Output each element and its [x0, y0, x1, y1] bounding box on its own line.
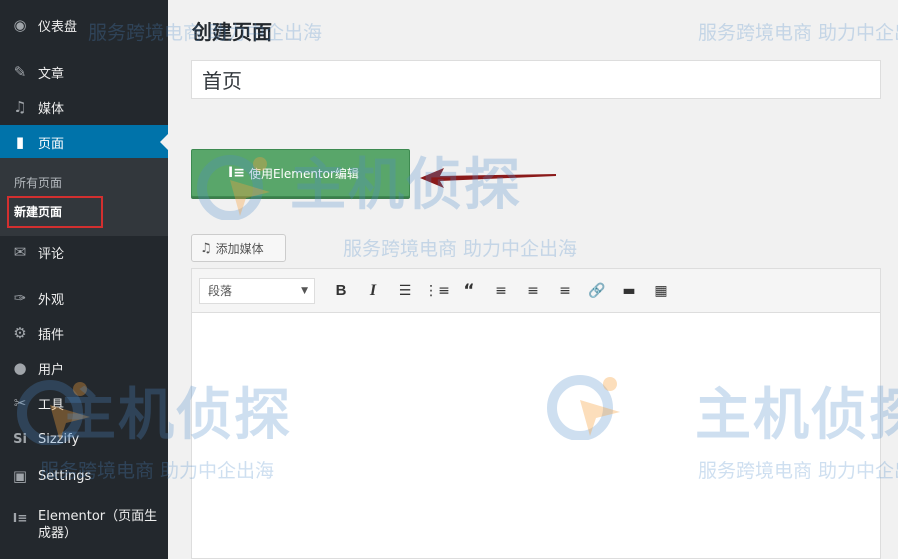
page-title: 创建页面: [192, 20, 272, 44]
align-right-button[interactable]: ≡: [554, 280, 576, 302]
bold-button[interactable]: B: [330, 280, 352, 302]
edit-with-elementor-button[interactable]: I≡ 使用Elementor编辑: [191, 149, 410, 197]
title-input[interactable]: [191, 60, 881, 99]
sidebar-item-label: 外观: [38, 292, 65, 308]
settings-icon: ▣: [12, 467, 28, 485]
italic-button[interactable]: I: [362, 280, 384, 302]
sidebar-item-elementor[interactable]: I≡ Elementor（页面生成器）: [0, 508, 168, 552]
sidebar-item-label: 工具: [38, 397, 65, 413]
new-page-highlight: [7, 196, 103, 228]
sidebar-item-plugins[interactable]: ⚙ 插件: [0, 316, 168, 350]
read-more-button[interactable]: ▬: [618, 280, 640, 302]
media-icon: ♫: [13, 98, 27, 116]
sidebar-item-label: 用户: [38, 362, 65, 378]
sidebar-item-settings[interactable]: ▣ Settings: [0, 459, 168, 493]
dashboard-icon: ◉: [13, 16, 27, 34]
sidebar-item-pages[interactable]: ▮ 页面: [0, 125, 168, 159]
sidebar-item-dashboard[interactable]: ◉ 仪表盘: [0, 8, 168, 42]
plugin-icon: ⚙: [13, 324, 27, 342]
bullet-list-button[interactable]: ☰: [394, 280, 416, 302]
sidebar-item-label: Elementor（页面生成器）: [38, 509, 158, 541]
sidebar-item-label: 文章: [38, 66, 65, 82]
sidebar-item-sizzify[interactable]: Si Sizzify: [0, 422, 168, 456]
toolbar-toggle-button[interactable]: ▦: [650, 280, 672, 302]
sidebar-item-label: 插件: [38, 327, 65, 343]
sidebar-item-label: Sizzify: [38, 431, 80, 447]
format-select-value: 段落: [208, 284, 233, 298]
tool-icon: ✂: [13, 394, 27, 412]
pin-icon: ✎: [13, 63, 27, 81]
main-content: 创建页面 I≡ 使用Elementor编辑 ♫ 添加媒体 段落 ▼ B I ☰ …: [168, 0, 898, 559]
media-icon: ♫: [200, 240, 212, 256]
elementor-button-label: 使用Elementor编辑: [248, 166, 359, 181]
sidebar-item-users[interactable]: ● 用户: [0, 351, 168, 385]
sidebar-item-comments[interactable]: ✉ 评论: [0, 235, 168, 269]
add-media-button[interactable]: ♫ 添加媒体: [191, 234, 286, 262]
elementor-icon: I≡: [12, 511, 28, 525]
numbered-list-button[interactable]: ⋮≡: [424, 280, 450, 302]
sidebar-item-label: 媒体: [38, 101, 65, 117]
submenu-all-pages[interactable]: 所有页面: [14, 174, 62, 191]
sizzify-icon: Si: [13, 431, 27, 447]
sidebar-item-label: 仪表盘: [38, 19, 78, 35]
sidebar-item-media[interactable]: ♫ 媒体: [0, 90, 168, 124]
arrow-annotation: [420, 168, 556, 188]
sidebar-item-tools[interactable]: ✂ 工具: [0, 386, 168, 420]
align-left-button[interactable]: ≡: [490, 280, 512, 302]
sidebar-item-label: Settings: [38, 468, 92, 484]
link-button[interactable]: 🔗: [586, 280, 608, 302]
appearance-icon: ✑: [13, 289, 27, 307]
sidebar-item-posts[interactable]: ✎ 文章: [0, 55, 168, 89]
page-icon: ▮: [15, 133, 25, 151]
format-select[interactable]: 段落 ▼: [199, 277, 315, 304]
chevron-down-icon: ▼: [301, 285, 308, 296]
content-editor: 段落 ▼ B I ☰ ⋮≡ “ ≡ ≡ ≡ 🔗 ▬ ▦: [191, 268, 881, 559]
user-icon: ●: [13, 359, 27, 377]
blockquote-button[interactable]: “: [458, 280, 480, 302]
align-center-button[interactable]: ≡: [522, 280, 544, 302]
add-media-label: 添加媒体: [215, 241, 264, 256]
admin-sidebar: ◉ 仪表盘 ✎ 文章 ♫ 媒体 ▮ 页面 所有页面 新建页面 ✉ 评论 ✑ 外观…: [0, 0, 168, 559]
sidebar-item-appearance[interactable]: ✑ 外观: [0, 281, 168, 315]
comment-icon: ✉: [13, 243, 27, 261]
sidebar-item-label: 页面: [38, 136, 65, 152]
editor-content-area[interactable]: [192, 313, 880, 559]
sidebar-item-label: 评论: [38, 246, 65, 262]
editor-toolbar: 段落 ▼ B I ☰ ⋮≡ “ ≡ ≡ ≡ 🔗 ▬ ▦: [192, 269, 880, 313]
elementor-icon: I≡: [228, 165, 245, 181]
